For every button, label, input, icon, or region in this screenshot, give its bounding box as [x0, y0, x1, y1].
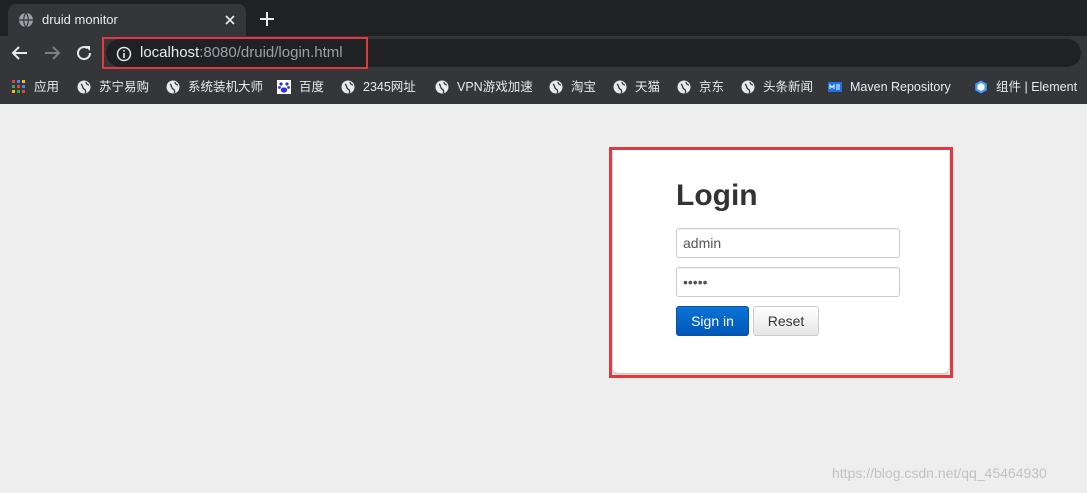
bookmark-label: VPN游戏加速	[457, 80, 533, 94]
bookmark-jd[interactable]: 京东	[677, 78, 724, 96]
bookmark-2345[interactable]: 2345网址	[341, 78, 416, 96]
globe-icon	[77, 80, 91, 94]
plus-icon[interactable]	[256, 8, 278, 30]
element-hex-icon	[975, 80, 987, 94]
bookmark-label: 头条新闻	[763, 80, 814, 94]
globe-icon	[341, 80, 355, 94]
bookmark-label: 京东	[699, 80, 725, 94]
bookmark-toutiao[interactable]: 头条新闻	[741, 78, 813, 96]
tab-title: druid monitor	[42, 12, 118, 27]
watermark: https://blog.csdn.net/qq_45464930	[832, 465, 1047, 481]
arrow-left-icon[interactable]	[10, 43, 30, 63]
bookmark-label: Maven Repository	[850, 80, 951, 94]
bookmark-label: 组件 | Element	[996, 80, 1078, 94]
bookmark-xitong[interactable]: 系统装机大师	[166, 78, 263, 96]
bookmark-label: 苏宁易购	[99, 80, 150, 94]
close-icon[interactable]	[222, 12, 238, 28]
tab-strip: druid monitor	[0, 0, 1087, 36]
url-highlight-box	[102, 37, 368, 69]
bookmark-suning[interactable]: 苏宁易购	[77, 78, 149, 96]
bookmark-tmall[interactable]: 天猫	[613, 78, 660, 96]
globe-icon	[549, 80, 563, 94]
bookmark-maven[interactable]: Maven Repository	[828, 78, 951, 96]
globe-icon	[677, 80, 691, 94]
globe-icon	[435, 80, 449, 94]
globe-icon	[741, 80, 755, 94]
maven-icon	[828, 82, 842, 92]
baidu-paw-icon	[277, 80, 291, 94]
bookmark-label: 2345网址	[363, 80, 416, 94]
bookmark-label: 天猫	[635, 80, 661, 94]
globe-icon	[613, 80, 627, 94]
bookmark-label: 应用	[34, 80, 60, 94]
bookmark-baidu[interactable]: 百度	[277, 78, 324, 96]
bookmark-label: 淘宝	[571, 80, 597, 94]
page-content: Login admin ••••• Sign in Reset https://…	[0, 104, 1087, 493]
bookmark-label: 系统装机大师	[188, 80, 264, 94]
bookmark-vpn[interactable]: VPN游戏加速	[435, 78, 533, 96]
reload-icon[interactable]	[74, 43, 94, 63]
apps-grid-icon	[12, 80, 25, 93]
arrow-right-icon[interactable]	[42, 43, 62, 63]
bookmark-apps[interactable]: 应用	[12, 78, 59, 96]
globe-icon	[166, 80, 180, 94]
bookmark-label: 百度	[299, 80, 325, 94]
login-highlight-box	[609, 147, 953, 378]
bookmark-taobao[interactable]: 淘宝	[549, 78, 596, 96]
bookmark-element[interactable]: 组件 | Element	[974, 78, 1077, 96]
tab-druid-monitor[interactable]: druid monitor	[8, 4, 246, 36]
toolbar: localhost:8080/druid/login.html	[0, 36, 1087, 70]
bookmarks-bar: 应用 苏宁易购 系统装机大师 百度 2345网址 VPN游戏加速 淘宝 天猫 京…	[0, 70, 1087, 104]
browser-chrome: druid monitor localhost:8080/druid/login…	[0, 0, 1087, 104]
globe-icon	[19, 12, 33, 28]
